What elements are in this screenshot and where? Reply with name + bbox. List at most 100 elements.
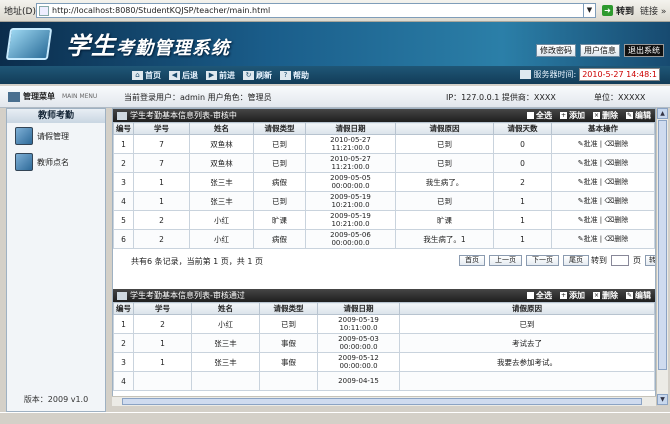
cell-name: 张三丰 (189, 172, 254, 192)
select-all-button[interactable]: 全选 (527, 110, 552, 121)
nav-refresh[interactable]: ↻ 刷新 (243, 70, 272, 81)
prev-page-button[interactable]: 上一页 (489, 255, 522, 266)
delete-link[interactable]: ⌫删除 (604, 159, 628, 167)
approved-header-row: 编号 学号 姓名 请假类型 请假日期 请假原因 (113, 302, 655, 315)
delete-link[interactable]: ⌫删除 (604, 235, 628, 243)
cell-date-day: 2009-05-19 (330, 193, 371, 201)
main-content: 学生考勤基本信息列表-审核中 全选 + 添加 × 删除 ✎ 编辑 编号 学号 姓名 请… (112, 108, 656, 405)
approve-link[interactable]: ✎批准 (578, 178, 598, 186)
cell-date-time: 00:00:00.0 (339, 362, 378, 370)
cell-leave-reason: 已到 (399, 314, 655, 334)
approve-link[interactable]: ✎批准 (578, 216, 598, 224)
cell-id: 2 (113, 333, 134, 353)
sidebar-header: 教师考勤 (7, 109, 105, 123)
first-page-button[interactable]: 首页 (459, 255, 485, 266)
cell-name: 小红 (189, 210, 254, 230)
cell-actions: ✎批准 | ⌫删除 (551, 191, 655, 211)
cell-id: 1 (113, 134, 134, 154)
cell-date-time: 10:11:00.0 (339, 324, 378, 332)
pager: 共有6 条记录，当前第 1 页，共 1 页 首页 上一页 下一页 尾页 转到 页… (113, 249, 655, 271)
cell-leave-date: 2009-05-03 00:00:00.0 (317, 333, 400, 353)
approve-link[interactable]: ✎批准 (578, 159, 598, 167)
cell-id: 5 (113, 210, 134, 230)
add-button[interactable]: + 添加 (560, 110, 585, 121)
hscroll-thumb[interactable] (122, 398, 642, 405)
cell-actions: ✎批准 | ⌫删除 (551, 210, 655, 230)
approve-link[interactable]: ✎批准 (578, 235, 598, 243)
approve-link[interactable]: ✎批准 (578, 140, 598, 148)
cell-leave-type: 已到 (253, 153, 306, 173)
cell-leave-reason: 旷课 (395, 210, 494, 230)
scroll-down-icon[interactable]: ▼ (657, 394, 668, 405)
table-row: 6 2 小红 病假 2009-05-06 00:00:00.0 我生病了。1 1 ✎批准 | ⌫… (113, 229, 655, 249)
cell-leave-date: 2009-05-19 10:21:00.0 (305, 210, 396, 230)
delete-button[interactable]: × 删除 (593, 110, 618, 121)
col-leave-type: 请假类型 (253, 122, 306, 135)
cell-name: 张三丰 (191, 333, 260, 353)
cell-leave-date: 2009-05-05 00:00:00.0 (305, 172, 396, 192)
cell-leave-reason: 考试去了 (399, 333, 655, 353)
list-icon (117, 111, 127, 120)
cell-leave-type: 事假 (259, 333, 318, 353)
col-name: 姓名 (189, 122, 254, 135)
cell-date-day: 2009-05-19 (338, 316, 379, 324)
table-row: 5 2 小红 旷课 2009-05-19 10:21:00.0 旷课 1 ✎批准 | ⌫删除 (113, 210, 655, 230)
edit-button-2[interactable]: ✎ 编辑 (626, 290, 651, 301)
delete-link[interactable]: ⌫删除 (604, 197, 628, 205)
cell-name: 双鱼林 (189, 134, 254, 154)
nav-home[interactable]: ⌂ 首页 (132, 70, 161, 81)
select-all-button-2[interactable]: 全选 (527, 290, 552, 301)
scroll-up-icon[interactable]: ▲ (657, 108, 668, 119)
table-row: 2 1 张三丰 事假 2009-05-03 00:00:00.0 考试去了 (113, 333, 655, 353)
last-page-button[interactable]: 尾页 (563, 255, 589, 266)
page-number-input[interactable] (611, 255, 629, 266)
approve-link[interactable]: ✎批准 (578, 197, 598, 205)
change-password-button[interactable]: 修改密码 (536, 44, 576, 57)
delete-icon: × (593, 292, 600, 299)
cell-date-time: 11:21:00.0 (331, 144, 370, 152)
cell-id: 1 (113, 314, 134, 334)
scroll-thumb[interactable] (658, 120, 667, 370)
cell-leave-days: 1 (493, 229, 552, 249)
cell-name: 小红 (191, 314, 260, 334)
nav-back[interactable]: ◀ 后退 (169, 70, 198, 81)
delete-button-2[interactable]: × 删除 (593, 290, 618, 301)
checkbox-icon (527, 292, 534, 299)
nav-forward[interactable]: ▶ 前进 (206, 70, 235, 81)
vertical-scrollbar[interactable]: ▲ ▼ (656, 108, 668, 405)
logout-button[interactable]: 退出系统 (624, 44, 664, 57)
url-dropdown-icon[interactable]: ▼ (583, 4, 595, 17)
jump-go-button[interactable]: 转到 (645, 255, 655, 266)
header-banner: 学生考勤管理系统 修改密码 用户信息 退出系统 (0, 22, 670, 66)
add-button-2[interactable]: + 添加 (560, 290, 585, 301)
nav-help[interactable]: ? 帮助 (280, 70, 309, 81)
edit-button[interactable]: ✎ 编辑 (626, 110, 651, 121)
delete-link[interactable]: ⌫删除 (604, 216, 628, 224)
go-button[interactable]: ➜ 转到 (596, 4, 634, 17)
cell-date-day: 2010-05-27 (330, 136, 371, 144)
approve-label: 批准 (583, 178, 598, 186)
delete-link[interactable]: ⌫删除 (604, 178, 628, 186)
cell-date-day: 2010-05-27 (330, 155, 371, 163)
url-text: http://localhost:8080/StudentKQJSP/teach… (52, 6, 271, 15)
delete-link-label: 删除 (614, 159, 629, 167)
horizontal-scrollbar[interactable] (112, 396, 656, 406)
sidebar-item-leave[interactable]: 请假管理 (7, 123, 105, 149)
go-label: 转到 (616, 7, 635, 17)
cell-student-no: 1 (133, 352, 192, 372)
panel1-title: 学生考勤基本信息列表-审核中 (130, 111, 237, 120)
server-time: 服务器时间: 2010-5-27 14:48:1 (519, 68, 660, 81)
links-button[interactable]: 链接 » (634, 4, 666, 17)
delete-link[interactable]: ⌫删除 (604, 140, 628, 148)
col-leave-date: 请假日期 (305, 122, 396, 135)
edit-label-2: 编辑 (635, 291, 651, 300)
next-page-button[interactable]: 下一页 (526, 255, 559, 266)
cell-date-time: 00:00:00.0 (331, 182, 370, 190)
trash-icon: ⌫ (604, 140, 615, 148)
sidebar-item-rollcall[interactable]: 教师点名 (7, 149, 105, 175)
user-info-button[interactable]: 用户信息 (580, 44, 620, 57)
add-label: 添加 (569, 111, 585, 120)
table-row: 3 1 张三丰 病假 2009-05-05 00:00:00.0 我生病了。 2 ✎批准 | ⌫… (113, 172, 655, 192)
cell-leave-reason: 我要去参加考试。 (399, 352, 655, 372)
url-input[interactable]: http://localhost:8080/StudentKQJSP/teach… (36, 3, 596, 18)
